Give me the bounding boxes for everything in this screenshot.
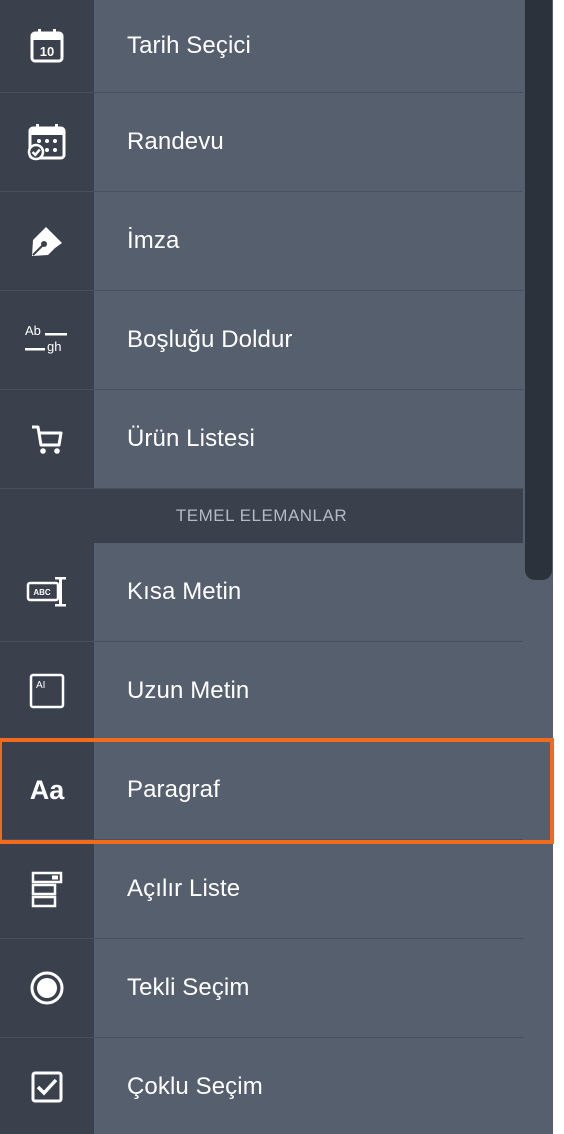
icon-column: Aa [0,741,94,839]
svg-text:Ab: Ab [25,323,41,338]
element-label: Uzun Metin [127,677,250,704]
dropdown-list-icon [31,871,63,908]
form-elements-panel: 10 Tarih Seçici Randevu İmza Ab gh Boşlu… [0,0,553,1134]
element-label: Tarih Seçici [127,32,251,59]
short-text-icon: ABC [26,577,66,607]
element-signature[interactable]: İmza [0,192,523,291]
element-date-picker[interactable]: 10 Tarih Seçici [0,0,523,93]
element-label: Tekli Seçim [127,974,250,1001]
icon-column [0,840,94,938]
icon-column: 10 [0,0,94,92]
element-label: Randevu [127,128,224,155]
svg-text:ABC: ABC [33,588,51,597]
element-single-choice[interactable]: Tekli Seçim [0,939,523,1038]
element-label: Kısa Metin [127,578,242,605]
paragraph-icon: Aa [29,774,65,805]
form-elements-list: 10 Tarih Seçici Randevu İmza Ab gh Boşlu… [0,0,523,1134]
icon-column [0,93,94,191]
element-paragraph[interactable]: Aa Paragraf [0,741,523,840]
section-header-basic-elements: TEMEL ELEMANLAR [0,489,523,543]
svg-text:10: 10 [40,44,54,59]
element-label: Boşluğu Doldur [127,326,293,353]
pen-signature-icon [32,227,62,256]
icon-column: ABC [0,543,94,641]
element-dropdown[interactable]: Açılır Liste [0,840,523,939]
appointment-calendar-icon [27,124,66,161]
icon-column: Ab gh [0,291,94,389]
svg-text:AI: AI [36,680,45,691]
long-text-icon: AI [29,673,65,709]
fill-blank-icon: Ab gh [25,323,67,354]
icon-column [0,192,94,290]
element-long-text[interactable]: AI Uzun Metin [0,642,523,741]
icon-column: AI [0,642,94,740]
element-label: Çoklu Seçim [127,1073,263,1100]
checkbox-icon [31,1071,63,1103]
element-appointment[interactable]: Randevu [0,93,523,192]
calendar-date-icon: 10 [30,29,64,63]
element-short-text[interactable]: ABC Kısa Metin [0,543,523,642]
element-label: İmza [127,227,180,254]
icon-column [0,390,94,488]
element-fill-in-blank[interactable]: Ab gh Boşluğu Doldur [0,291,523,390]
element-label: Açılır Liste [127,875,241,902]
element-multiple-choice[interactable]: Çoklu Seçim [0,1038,523,1134]
scrollbar-thumb[interactable] [525,0,552,580]
element-label: Ürün Listesi [127,425,255,452]
icon-column [0,939,94,1037]
radio-button-icon [30,971,64,1005]
icon-column [0,1038,94,1134]
svg-text:gh: gh [47,339,61,354]
element-product-list[interactable]: Ürün Listesi [0,390,523,489]
shopping-cart-icon [32,425,63,454]
element-label: Paragraf [127,776,220,803]
